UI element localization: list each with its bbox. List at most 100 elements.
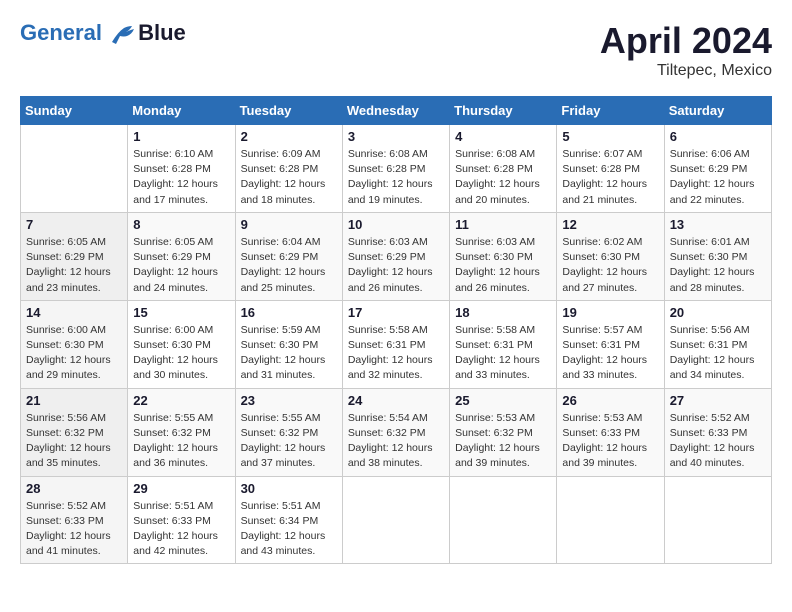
day-info: Sunrise: 6:03 AM Sunset: 6:30 PM Dayligh… [455, 235, 551, 296]
calendar-cell: 17 Sunrise: 5:58 AM Sunset: 6:31 PM Dayli… [342, 300, 449, 388]
day-number: 18 [455, 305, 551, 320]
day-number: 30 [241, 481, 337, 496]
day-info: Sunrise: 6:06 AM Sunset: 6:29 PM Dayligh… [670, 147, 766, 208]
calendar-cell [664, 476, 771, 564]
month-title: April 2024 [600, 20, 772, 62]
column-header-monday: Monday [128, 97, 235, 125]
day-number: 17 [348, 305, 444, 320]
day-info: Sunrise: 5:57 AM Sunset: 6:31 PM Dayligh… [562, 323, 658, 384]
day-info: Sunrise: 5:52 AM Sunset: 6:33 PM Dayligh… [26, 499, 122, 560]
day-info: Sunrise: 5:53 AM Sunset: 6:32 PM Dayligh… [455, 411, 551, 472]
day-number: 16 [241, 305, 337, 320]
day-info: Sunrise: 6:05 AM Sunset: 6:29 PM Dayligh… [133, 235, 229, 296]
calendar-cell: 8 Sunrise: 6:05 AM Sunset: 6:29 PM Daylig… [128, 212, 235, 300]
location: Tiltepec, Mexico [600, 62, 772, 80]
calendar-cell: 27 Sunrise: 5:52 AM Sunset: 6:33 PM Dayli… [664, 388, 771, 476]
calendar-cell: 20 Sunrise: 5:56 AM Sunset: 6:31 PM Dayli… [664, 300, 771, 388]
column-header-thursday: Thursday [450, 97, 557, 125]
calendar-week-row: 14 Sunrise: 6:00 AM Sunset: 6:30 PM Dayli… [21, 300, 772, 388]
day-number: 24 [348, 393, 444, 408]
calendar-cell [21, 125, 128, 213]
calendar-cell: 29Sunrise: 5:51 AM Sunset: 6:33 PM Dayli… [128, 476, 235, 564]
calendar-cell: 10 Sunrise: 6:03 AM Sunset: 6:29 PM Dayli… [342, 212, 449, 300]
day-info: Sunrise: 6:08 AM Sunset: 6:28 PM Dayligh… [348, 147, 444, 208]
calendar-cell: 5 Sunrise: 6:07 AM Sunset: 6:28 PM Daylig… [557, 125, 664, 213]
day-info: Sunrise: 6:07 AM Sunset: 6:28 PM Dayligh… [562, 147, 658, 208]
day-info: Sunrise: 6:02 AM Sunset: 6:30 PM Dayligh… [562, 235, 658, 296]
day-number: 4 [455, 129, 551, 144]
day-info: Sunrise: 6:04 AM Sunset: 6:29 PM Dayligh… [241, 235, 337, 296]
calendar-cell [342, 476, 449, 564]
day-info: Sunrise: 5:55 AM Sunset: 6:32 PM Dayligh… [241, 411, 337, 472]
day-number: 20 [670, 305, 766, 320]
day-number: 6 [670, 129, 766, 144]
calendar-cell: 30Sunrise: 5:51 AM Sunset: 6:34 PM Dayli… [235, 476, 342, 564]
day-number: 12 [562, 217, 658, 232]
day-info: Sunrise: 6:05 AM Sunset: 6:29 PM Dayligh… [26, 235, 122, 296]
day-info: Sunrise: 6:09 AM Sunset: 6:28 PM Dayligh… [241, 147, 337, 208]
calendar-cell: 6 Sunrise: 6:06 AM Sunset: 6:29 PM Daylig… [664, 125, 771, 213]
calendar-table: SundayMondayTuesdayWednesdayThursdayFrid… [20, 96, 772, 564]
calendar-cell: 1Sunrise: 6:10 AM Sunset: 6:28 PM Daylig… [128, 125, 235, 213]
calendar-cell: 12 Sunrise: 6:02 AM Sunset: 6:30 PM Dayli… [557, 212, 664, 300]
day-number: 8 [133, 217, 229, 232]
calendar-cell: 4 Sunrise: 6:08 AM Sunset: 6:28 PM Daylig… [450, 125, 557, 213]
calendar-cell: 13 Sunrise: 6:01 AM Sunset: 6:30 PM Dayli… [664, 212, 771, 300]
calendar-header-row: SundayMondayTuesdayWednesdayThursdayFrid… [21, 97, 772, 125]
day-number: 13 [670, 217, 766, 232]
calendar-week-row: 7 Sunrise: 6:05 AM Sunset: 6:29 PM Daylig… [21, 212, 772, 300]
logo-blue-text: Blue [138, 20, 186, 46]
calendar-cell: 11 Sunrise: 6:03 AM Sunset: 6:30 PM Dayli… [450, 212, 557, 300]
day-number: 7 [26, 217, 122, 232]
column-header-wednesday: Wednesday [342, 97, 449, 125]
calendar-cell: 19 Sunrise: 5:57 AM Sunset: 6:31 PM Dayli… [557, 300, 664, 388]
day-number: 27 [670, 393, 766, 408]
calendar-cell: 16 Sunrise: 5:59 AM Sunset: 6:30 PM Dayli… [235, 300, 342, 388]
day-info: Sunrise: 5:56 AM Sunset: 6:32 PM Dayligh… [26, 411, 122, 472]
calendar-cell: 2Sunrise: 6:09 AM Sunset: 6:28 PM Daylig… [235, 125, 342, 213]
day-number: 15 [133, 305, 229, 320]
day-number: 28 [26, 481, 122, 496]
calendar-cell: 24 Sunrise: 5:54 AM Sunset: 6:32 PM Dayli… [342, 388, 449, 476]
calendar-body: 1Sunrise: 6:10 AM Sunset: 6:28 PM Daylig… [21, 125, 772, 564]
day-info: Sunrise: 6:01 AM Sunset: 6:30 PM Dayligh… [670, 235, 766, 296]
day-number: 10 [348, 217, 444, 232]
day-number: 21 [26, 393, 122, 408]
day-number: 25 [455, 393, 551, 408]
calendar-cell: 22Sunrise: 5:55 AM Sunset: 6:32 PM Dayli… [128, 388, 235, 476]
column-header-sunday: Sunday [21, 97, 128, 125]
logo: General Blue [20, 20, 186, 46]
page-header: General Blue April 2024 Tiltepec, Mexico [20, 20, 772, 80]
day-number: 11 [455, 217, 551, 232]
day-number: 14 [26, 305, 122, 320]
day-info: Sunrise: 5:59 AM Sunset: 6:30 PM Dayligh… [241, 323, 337, 384]
day-info: Sunrise: 5:58 AM Sunset: 6:31 PM Dayligh… [348, 323, 444, 384]
title-block: April 2024 Tiltepec, Mexico [600, 20, 772, 80]
day-info: Sunrise: 6:00 AM Sunset: 6:30 PM Dayligh… [26, 323, 122, 384]
day-number: 19 [562, 305, 658, 320]
day-info: Sunrise: 5:53 AM Sunset: 6:33 PM Dayligh… [562, 411, 658, 472]
day-info: Sunrise: 5:54 AM Sunset: 6:32 PM Dayligh… [348, 411, 444, 472]
calendar-cell: 14 Sunrise: 6:00 AM Sunset: 6:30 PM Dayli… [21, 300, 128, 388]
day-info: Sunrise: 5:52 AM Sunset: 6:33 PM Dayligh… [670, 411, 766, 472]
calendar-cell: 28 Sunrise: 5:52 AM Sunset: 6:33 PM Dayli… [21, 476, 128, 564]
calendar-week-row: 1Sunrise: 6:10 AM Sunset: 6:28 PM Daylig… [21, 125, 772, 213]
logo-text: General [20, 20, 136, 45]
day-number: 26 [562, 393, 658, 408]
calendar-cell: 18Sunrise: 5:58 AM Sunset: 6:31 PM Dayli… [450, 300, 557, 388]
calendar-cell [557, 476, 664, 564]
day-number: 5 [562, 129, 658, 144]
day-info: Sunrise: 5:56 AM Sunset: 6:31 PM Dayligh… [670, 323, 766, 384]
calendar-cell: 15 Sunrise: 6:00 AM Sunset: 6:30 PM Dayli… [128, 300, 235, 388]
day-info: Sunrise: 6:08 AM Sunset: 6:28 PM Dayligh… [455, 147, 551, 208]
column-header-saturday: Saturday [664, 97, 771, 125]
calendar-cell: 25 Sunrise: 5:53 AM Sunset: 6:32 PM Dayli… [450, 388, 557, 476]
day-number: 9 [241, 217, 337, 232]
day-info: Sunrise: 6:03 AM Sunset: 6:29 PM Dayligh… [348, 235, 444, 296]
calendar-cell: 9 Sunrise: 6:04 AM Sunset: 6:29 PM Daylig… [235, 212, 342, 300]
calendar-cell: 21 Sunrise: 5:56 AM Sunset: 6:32 PM Dayli… [21, 388, 128, 476]
day-number: 22 [133, 393, 229, 408]
day-info: Sunrise: 6:00 AM Sunset: 6:30 PM Dayligh… [133, 323, 229, 384]
calendar-week-row: 21 Sunrise: 5:56 AM Sunset: 6:32 PM Dayli… [21, 388, 772, 476]
calendar-cell: 3Sunrise: 6:08 AM Sunset: 6:28 PM Daylig… [342, 125, 449, 213]
